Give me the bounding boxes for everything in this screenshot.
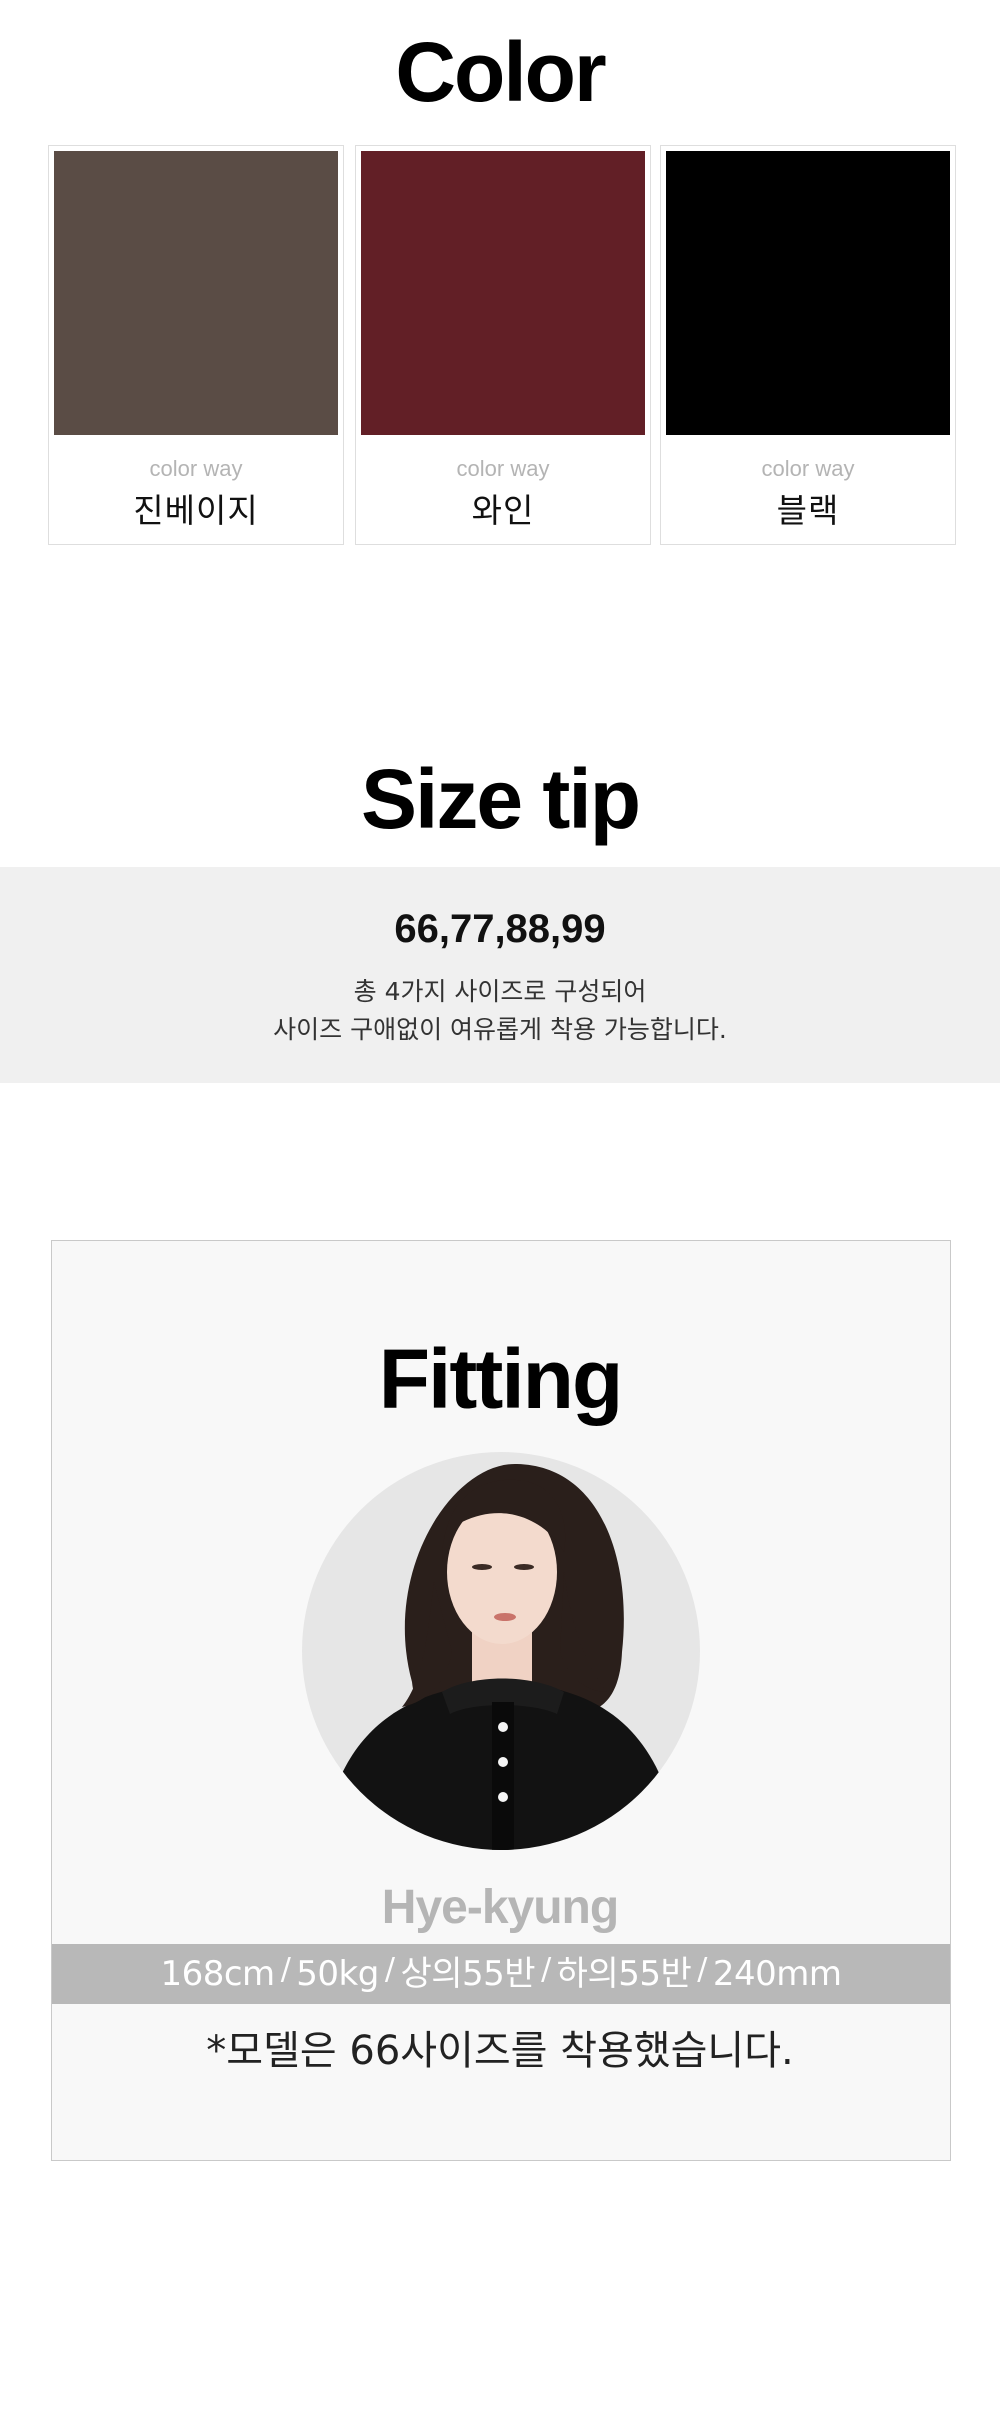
color-chip — [361, 151, 645, 435]
color-chip — [54, 151, 338, 435]
size-description-line: 총 4가지 사이즈로 구성되어 — [353, 977, 647, 1006]
size-list: 66,77,88,99 — [394, 907, 606, 951]
color-way-caption: color way — [761, 456, 855, 481]
color-name: 블랙 — [776, 491, 840, 530]
color-way-caption: color way — [149, 456, 243, 481]
spec-separator: / — [280, 1952, 291, 1987]
model-weight: 50kg — [296, 1954, 379, 1994]
model-bottom-size: 하의55반 — [556, 1954, 692, 1994]
model-top-size: 상의55반 — [400, 1954, 536, 1994]
spec-separator: / — [697, 1952, 707, 1987]
spec-separator: / — [541, 1952, 551, 1987]
size-tip-title: Size tip — [360, 752, 641, 846]
model-spec-bar: 168cm/50kg / 상의55반 / 하의55반/240mm — [52, 1944, 950, 2004]
model-shoe-size: 240mm — [712, 1954, 842, 1994]
color-section-title: Color — [395, 25, 606, 119]
fitting-note: *모델은 66사이즈를 착용했습니다. — [206, 2028, 794, 2074]
size-description-line: 사이즈 구애없이 여유롭게 착용 가능합니다. — [273, 1015, 727, 1044]
model-height: 168cm — [160, 1954, 275, 1994]
size-tip-band: 66,77,88,99 총 4가지 사이즈로 구성되어 사이즈 구애없이 여유롭… — [0, 867, 1000, 1083]
color-way-caption: color way — [456, 456, 550, 481]
color-chip — [666, 151, 950, 435]
spec-separator: / — [384, 1952, 395, 1987]
fitting-title: Fitting — [378, 1332, 624, 1426]
model-name: Hye-kyung — [381, 1881, 619, 1934]
color-name: 진베이지 — [133, 491, 259, 530]
model-photo — [302, 1452, 700, 1850]
color-swatch-list: color way 진베이지 color way 와인 color way 블랙 — [48, 145, 958, 547]
color-name: 와인 — [471, 491, 535, 530]
color-swatch-card[interactable]: color way 블랙 — [660, 145, 956, 545]
size-description: 총 4가지 사이즈로 구성되어 사이즈 구애없이 여유롭게 착용 가능합니다. — [0, 973, 1000, 1049]
color-swatch-card[interactable]: color way 진베이지 — [48, 145, 344, 545]
color-swatch-card[interactable]: color way 와인 — [355, 145, 651, 545]
